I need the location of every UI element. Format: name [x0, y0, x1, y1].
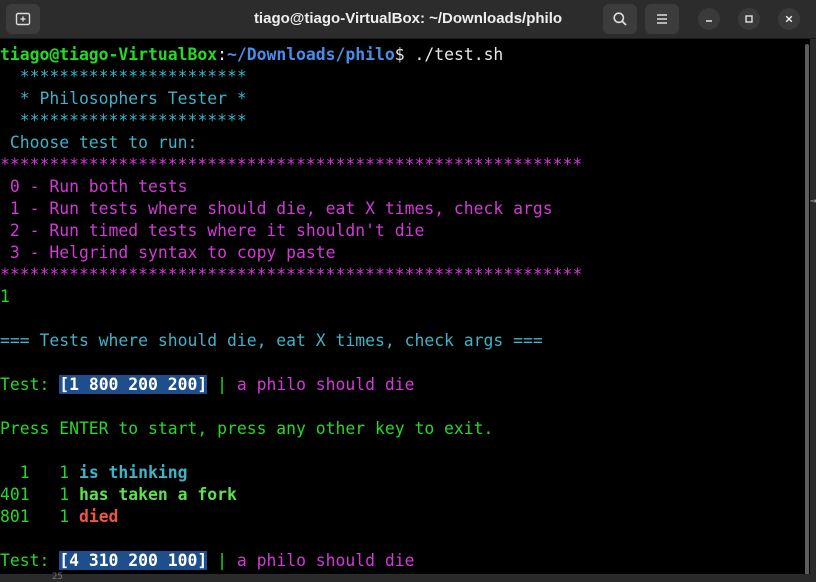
banner-title: * Philosophers Tester * — [0, 89, 247, 108]
menu-option: 3 - Helgrind syntax to copy paste — [0, 243, 336, 262]
search-icon — [613, 12, 627, 26]
menu-prompt: Choose test to run: — [0, 133, 198, 152]
prompt-colon: : — [217, 45, 227, 64]
test-description: a philo should die — [236, 551, 415, 570]
menu-option: 1 - Run tests where should die, eat X ti… — [0, 199, 553, 218]
prompt-path: ~/Downloads/philo — [226, 45, 395, 64]
log-time: 401 — [0, 485, 30, 504]
maximize-button[interactable] — [738, 8, 760, 30]
hamburger-menu-icon — [657, 14, 667, 24]
menu-button[interactable] — [645, 4, 679, 34]
prompt-line: tiago@tiago-VirtualBox:~/Downloads/philo… — [0, 44, 503, 66]
minimize-icon — [706, 20, 712, 22]
prompt-command: ./test.sh — [404, 45, 504, 64]
background-window-edge — [810, 39, 816, 582]
menu-option: 0 - Run both tests — [0, 177, 188, 196]
window-title: tiago@tiago-VirtualBox: ~/Downloads/phil… — [253, 10, 563, 27]
log-action: has taken a fork — [78, 485, 237, 504]
test-separator: | — [207, 551, 237, 570]
minimize-button[interactable] — [698, 8, 720, 30]
test-args: [1 800 200 200] — [59, 375, 208, 394]
test-prefix: Test: — [0, 375, 60, 394]
log-philo: 1 — [29, 463, 79, 482]
banner-stars-bottom: *********************** — [0, 111, 247, 130]
menu-option: 2 - Run timed tests where it shouldn't d… — [0, 221, 425, 240]
test-args: [4 310 200 100] — [59, 551, 208, 570]
user-input: 1 — [0, 287, 10, 306]
menu-separator-bottom: ****************************************… — [0, 265, 583, 284]
press-enter-message: Press ENTER to start, press any other ke… — [0, 419, 494, 438]
log-action: died — [78, 507, 119, 526]
background-line-number: 25 — [52, 572, 63, 582]
section-header: === Tests where should die, eat X times,… — [0, 331, 543, 350]
new-tab-button[interactable] — [6, 4, 40, 34]
log-action: is thinking — [78, 463, 188, 482]
prompt-user-host: tiago@tiago-VirtualBox — [0, 45, 218, 64]
prompt-dollar: $ — [394, 45, 405, 64]
title-bar: tiago@tiago-VirtualBox: ~/Downloads/phil… — [0, 0, 816, 39]
test-separator: | — [207, 375, 237, 394]
terminal-scrollbar[interactable] — [805, 44, 809, 580]
maximize-icon — [745, 15, 753, 23]
test-description: a philo should die — [236, 375, 415, 394]
background-window-bottom — [0, 574, 816, 582]
banner-stars-top: *********************** — [0, 67, 247, 86]
log-philo: 1 — [29, 485, 79, 504]
new-tab-icon — [15, 12, 31, 26]
close-icon — [785, 15, 793, 23]
log-time: 1 — [0, 463, 30, 482]
test-prefix: Test: — [0, 551, 60, 570]
log-time: 801 — [0, 507, 30, 526]
terminal-output[interactable]: tiago@tiago-VirtualBox:~/Downloads/philo… — [0, 39, 816, 582]
test-line: Test: [1 800 200 200] | a philo should d… — [0, 374, 414, 396]
test-line: Test: [4 310 200 100] | a philo should d… — [0, 550, 414, 572]
menu-separator-top: ****************************************… — [0, 155, 583, 174]
log-line: 1 1 is thinking — [0, 462, 188, 484]
log-line: 801 1 died — [0, 506, 118, 528]
log-line: 401 1 has taken a fork — [0, 484, 237, 506]
log-philo: 1 — [29, 507, 79, 526]
right-arrow-glyph: → — [810, 194, 816, 207]
close-button[interactable] — [778, 8, 800, 30]
search-button[interactable] — [603, 4, 637, 34]
